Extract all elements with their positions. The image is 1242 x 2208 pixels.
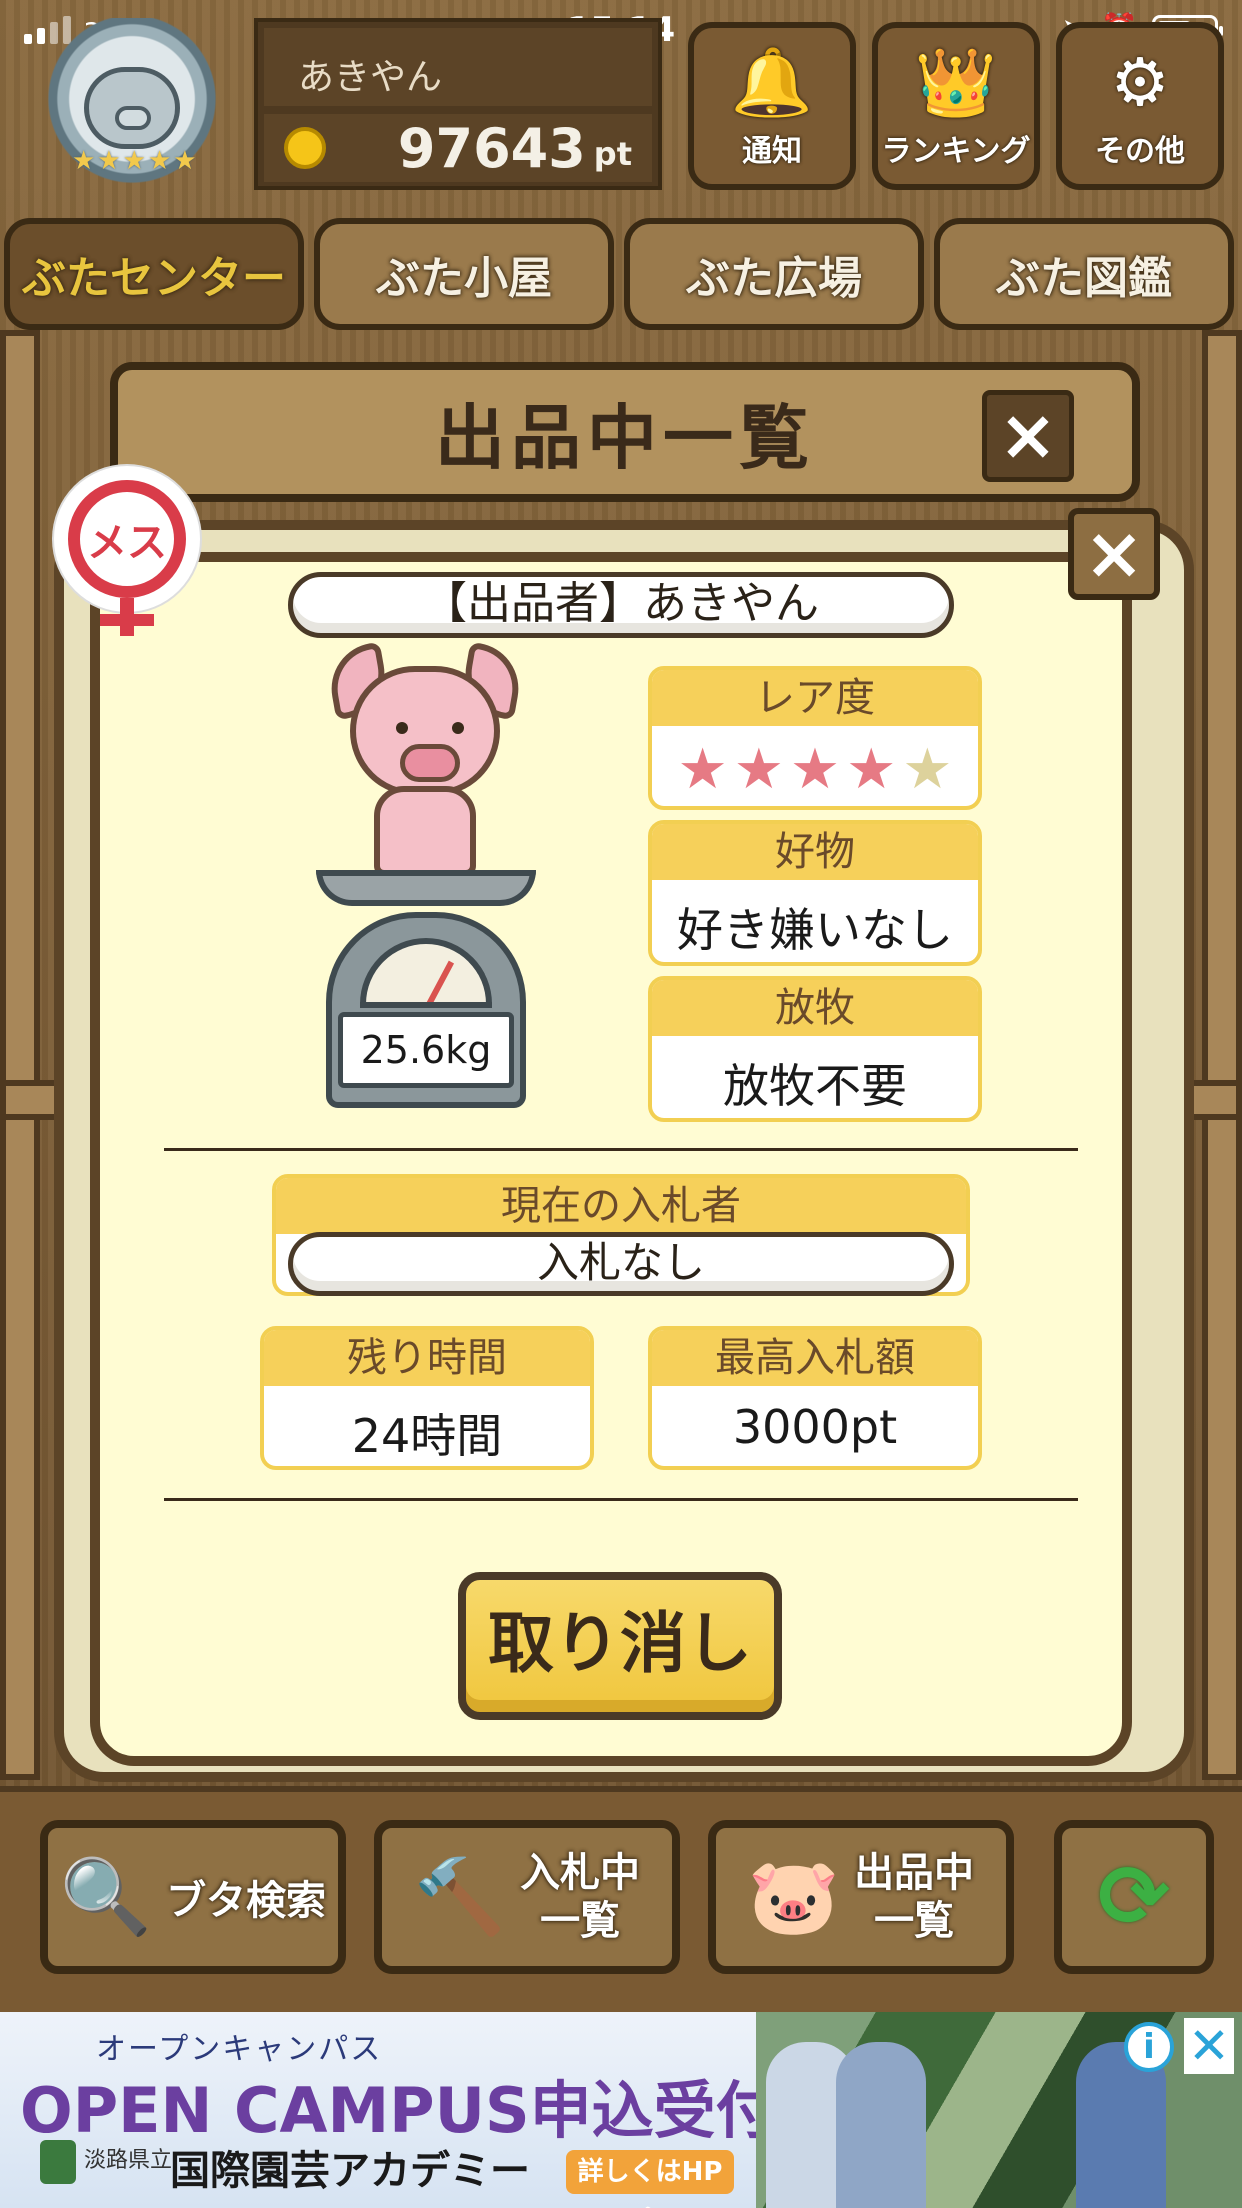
coin-icon — [284, 127, 326, 169]
ranking-label: ランキング — [881, 134, 1031, 169]
star-filled-icon: ★ — [677, 737, 728, 802]
magnifier-icon: 🔍 — [59, 1853, 153, 1940]
rank-stars-icon: ★★★★★ — [72, 146, 199, 176]
divider — [164, 1148, 1078, 1151]
points-unit: pt — [593, 135, 632, 173]
ad-headline-en: OPEN CAMPUS — [20, 2074, 530, 2147]
ad-org-prefix: 淡路県立 — [84, 2148, 173, 2173]
time-left-label: 残り時間 — [264, 1330, 590, 1386]
bell-icon: 🔔 — [730, 44, 814, 121]
tab-buta-encyclopedia[interactable]: ぶた図鑑 — [934, 218, 1234, 330]
listing-list-button[interactable]: 🐷 出品中 一覧 — [708, 1820, 1014, 1974]
highest-bid-box: 最高入札額 3000pt — [648, 1326, 982, 1470]
divider — [164, 1498, 1078, 1501]
seller-name: 【出品者】あきやん — [288, 572, 954, 638]
grazing-label: 放牧 — [652, 980, 978, 1036]
star-empty-icon: ★ — [902, 737, 953, 802]
ad-info-icon[interactable]: i — [1124, 2022, 1174, 2072]
star-filled-icon: ★ — [733, 737, 784, 802]
listing-list-label-line1: 出品中 — [854, 1850, 975, 1896]
pig-search-label: ブタ検索 — [166, 1878, 327, 1924]
current-bidder-label: 現在の入札者 — [276, 1178, 966, 1234]
current-bidder-value: 入札なし — [288, 1232, 954, 1296]
favorite-box: 好物 好き嫌いなし — [648, 820, 982, 966]
refresh-button[interactable]: ⟳ — [1054, 1820, 1214, 1974]
highest-bid-value: 3000pt — [732, 1400, 898, 1454]
favorite-value: 好き嫌いなし — [677, 903, 953, 957]
gear-icon: ⚙ — [1110, 44, 1170, 121]
ad-more-button[interactable]: 詳しくはHPへ — [566, 2150, 734, 2208]
bidding-list-button[interactable]: 🔨 入札中 一覧 — [374, 1820, 680, 1974]
ad-logo-icon — [40, 2140, 76, 2184]
pig-search-button[interactable]: 🔍 ブタ検索 — [40, 1820, 346, 1974]
bidding-list-label-line2: 一覧 — [540, 1898, 621, 1944]
star-filled-icon: ★ — [846, 737, 897, 802]
rarity-box: レア度 ★ ★ ★ ★ ★ — [648, 666, 982, 810]
rarity-label: レア度 — [652, 670, 978, 726]
ad-close-icon[interactable]: ✕ — [1184, 2018, 1234, 2074]
rank-badge[interactable]: ★★★★★ — [22, 18, 242, 198]
pig-illustration — [324, 641, 526, 876]
cancel-listing-button[interactable]: 取り消し — [458, 1572, 782, 1720]
points-value: 97643 — [397, 116, 586, 180]
board-close-button[interactable]: × — [982, 390, 1074, 482]
ad-banner[interactable]: オープンキャンパス OPEN CAMPUS申込受付中 淡路県立 国際園芸アカデミ… — [0, 2012, 1242, 2208]
crown-icon: 👑 — [914, 44, 998, 121]
wood-beam — [0, 330, 40, 1780]
notification-label: 通知 — [742, 134, 802, 169]
female-icon: メス — [68, 480, 186, 598]
rarity-stars: ★ ★ ★ ★ ★ — [652, 726, 978, 798]
favorite-label: 好物 — [652, 824, 978, 880]
grazing-box: 放牧 放牧不要 — [648, 976, 982, 1122]
tab-buta-hut[interactable]: ぶた小屋 — [314, 218, 614, 330]
grazing-value: 放牧不要 — [723, 1059, 907, 1113]
refresh-icon: ⟳ — [1097, 1847, 1171, 1947]
header: ★★★★★ あきやん 97643 pt 🔔 通知 👑 ランキング ⚙ その他 — [0, 0, 1242, 210]
highest-bid-label: 最高入札額 — [652, 1330, 978, 1386]
notification-button[interactable]: 🔔 通知 — [688, 22, 856, 190]
user-panel: あきやん 97643 pt — [254, 18, 662, 190]
modal-close-button[interactable]: × — [1068, 508, 1160, 600]
bidding-list-label-line1: 入札中 — [520, 1850, 641, 1896]
star-filled-icon: ★ — [789, 737, 841, 802]
tab-buta-center[interactable]: ぶたセンター — [4, 218, 304, 330]
listing-list-label-line2: 一覧 — [874, 1898, 955, 1944]
female-gender-badge: メス — [54, 466, 200, 636]
gavel-icon: 🔨 — [413, 1853, 507, 1940]
other-label: その他 — [1095, 134, 1185, 169]
tab-buta-plaza[interactable]: ぶた広場 — [624, 218, 924, 330]
time-left-box: 残り時間 24時間 — [260, 1326, 594, 1470]
points-row: 97643 pt — [264, 114, 652, 182]
scale-icon — [316, 870, 536, 906]
pig-face-icon — [84, 67, 180, 149]
ranking-button[interactable]: 👑 ランキング — [872, 22, 1040, 190]
other-button[interactable]: ⚙ その他 — [1056, 22, 1224, 190]
user-name: あきやん — [264, 28, 652, 106]
wood-beam — [1202, 330, 1242, 1780]
time-left-value: 24時間 — [351, 1409, 503, 1463]
pig-weight: 25.6kg — [338, 1012, 514, 1088]
pig-face-icon: 🐷 — [747, 1853, 841, 1940]
ad-org-name: 国際園芸アカデミー — [170, 2148, 530, 2194]
